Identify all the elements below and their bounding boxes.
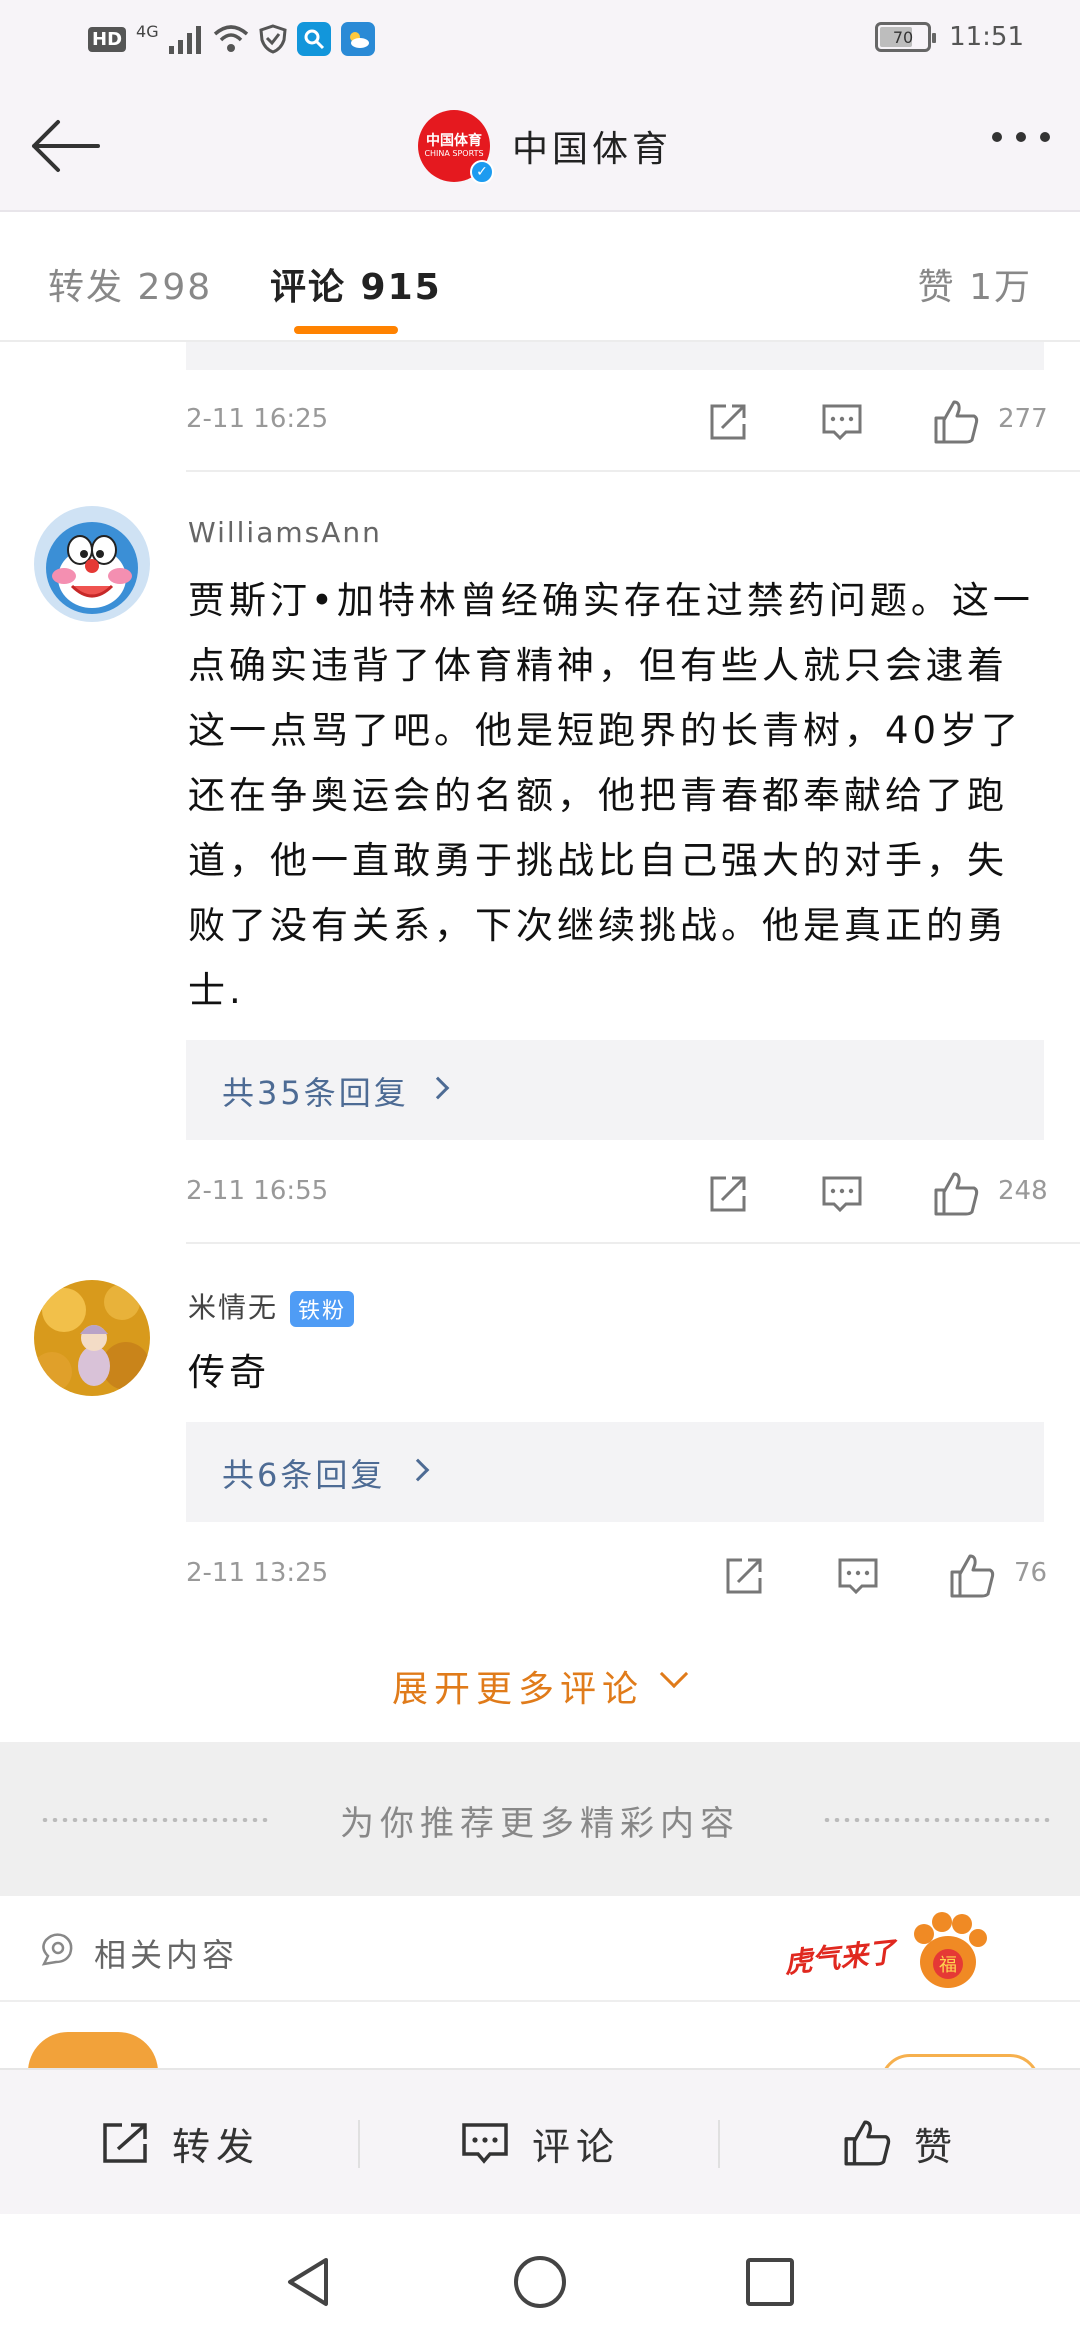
network-type: 4G	[136, 21, 159, 41]
like-label: 赞	[913, 2124, 958, 2169]
comment-icon[interactable]	[836, 1554, 880, 1598]
user-avatar[interactable]	[34, 1280, 150, 1396]
nav-back-icon[interactable]	[284, 2256, 332, 2308]
username[interactable]: 米情无	[188, 1291, 278, 1324]
nav-recents-icon[interactable]	[744, 2256, 796, 2308]
comment-icon	[462, 2123, 508, 2164]
active-tab-indicator	[294, 326, 398, 334]
follow-button[interactable]	[880, 2054, 1040, 2068]
bottom-action-bar: 转发 评论 赞	[0, 2068, 1080, 2214]
more-options-icon[interactable]	[992, 132, 1050, 142]
comment-actions: 2-11 13:25 76	[186, 1536, 1048, 1616]
nav-home-icon[interactable]	[512, 2254, 568, 2310]
related-label: 相关内容	[94, 1936, 239, 1974]
share-icon[interactable]	[722, 1554, 766, 1598]
replies-count: 共6条回复	[222, 1456, 386, 1494]
comment-time: 2-11 16:55	[186, 1176, 329, 1206]
like-count: 248	[998, 1176, 1048, 1206]
tab-reposts[interactable]: 转发 298	[48, 258, 212, 310]
like-icon[interactable]	[932, 398, 980, 446]
tab-comments[interactable]: 评论 915	[270, 258, 442, 310]
logo-text: 中国体育	[426, 133, 482, 149]
promo-text: 虎气来了	[782, 1935, 898, 1980]
back-arrow-icon[interactable]	[28, 118, 104, 174]
related-icon	[41, 1933, 73, 1966]
battery-level: 70	[892, 27, 914, 47]
system-navigation-bar	[0, 2214, 1080, 2340]
share-icon	[103, 2123, 147, 2163]
chevron-right-icon	[406, 1458, 430, 1482]
logo-subtext: CHINA SPORTS	[424, 149, 484, 158]
username-row: 米情无 铁粉	[188, 1286, 355, 1327]
like-icon[interactable]	[948, 1552, 996, 1600]
comment-label: 评论	[531, 2124, 620, 2169]
tab-likes[interactable]: 赞 1万	[918, 258, 1032, 310]
tab-bar: 转发 298 评论 915 赞 1万	[0, 212, 1080, 342]
account-name: 中国体育	[512, 129, 673, 170]
recommend-section-header: 为你推荐更多精彩内容	[0, 1742, 1080, 1896]
repost-button[interactable]: 转发	[0, 2070, 360, 2216]
comment-text: 传奇	[188, 1351, 270, 1394]
comment-actions: 2-11 16:55 248	[186, 1154, 1048, 1234]
comment-time: 2-11 13:25	[186, 1558, 329, 1588]
clock: 11:51	[949, 22, 1024, 52]
wifi-icon	[213, 25, 248, 52]
like-button[interactable]: 赞	[720, 2070, 1080, 2216]
signal-icon	[168, 26, 201, 54]
related-content-bar: 相关内容 虎气来了 福	[0, 1896, 1080, 2002]
share-icon[interactable]	[706, 1172, 750, 1216]
repost-label: 转发	[171, 2124, 260, 2169]
previous-comment-actions: 2-11 16:25 277	[186, 382, 1048, 462]
divider	[186, 470, 1080, 472]
card-avatar	[28, 2032, 158, 2068]
dotted-line	[822, 1818, 1052, 1822]
weather-app-icon	[340, 22, 375, 56]
account-logo: 中国体育 CHINA SPORTS ✓	[418, 110, 494, 184]
expand-more-comments[interactable]: 展开更多评论	[0, 1622, 1080, 1740]
status-left: HD 4G	[88, 22, 375, 56]
comment-text: 贾斯汀•加特林曾经确实存在过禁药问题。这一点确实违背了体育精神，但有些人就只会逮…	[188, 579, 1034, 1012]
verified-icon: ✓	[470, 160, 494, 184]
comment-time: 2-11 16:25	[186, 404, 329, 434]
like-count: 76	[1014, 1558, 1048, 1588]
replies-link[interactable]: 共35条回复	[186, 1040, 1044, 1140]
chevron-right-icon	[426, 1076, 450, 1100]
promo-badge: 福	[939, 1955, 957, 1976]
shield-icon	[258, 24, 287, 54]
tiger-year-promo[interactable]: 虎气来了 福	[780, 1908, 994, 1994]
comment-button[interactable]: 评论	[360, 2070, 720, 2216]
paw-icon: 福	[914, 1912, 987, 1988]
user-avatar[interactable]	[34, 506, 150, 622]
chevron-down-icon	[659, 1659, 689, 1689]
status-right: 70 11:51	[875, 22, 1024, 52]
replies-link[interactable]: 共6条回复	[186, 1422, 1044, 1522]
divider	[186, 1242, 1080, 1244]
username[interactable]: WilliamsAnn	[188, 516, 382, 549]
hd-indicator: HD	[88, 26, 127, 52]
comment-icon[interactable]	[820, 1172, 864, 1216]
battery-icon: 70	[875, 22, 937, 52]
like-icon	[844, 2120, 891, 2166]
like-icon[interactable]	[932, 1170, 980, 1218]
like-count: 277	[998, 404, 1048, 434]
share-icon[interactable]	[706, 400, 750, 444]
account-header[interactable]: 中国体育 CHINA SPORTS ✓ 中国体育	[418, 110, 673, 184]
fan-badge: 铁粉	[290, 1291, 355, 1327]
top-nav-bar: 中国体育 CHINA SPORTS ✓ 中国体育	[0, 80, 1080, 212]
previous-reply-box[interactable]	[186, 342, 1044, 370]
comment-icon[interactable]	[820, 400, 864, 444]
replies-count: 共35条回复	[222, 1074, 409, 1112]
search-app-icon	[296, 22, 331, 56]
next-card-peek[interactable]	[0, 2002, 1080, 2068]
status-bar: HD 4G 70 11:51	[0, 0, 1080, 80]
expand-label: 展开更多评论	[392, 1669, 645, 1710]
